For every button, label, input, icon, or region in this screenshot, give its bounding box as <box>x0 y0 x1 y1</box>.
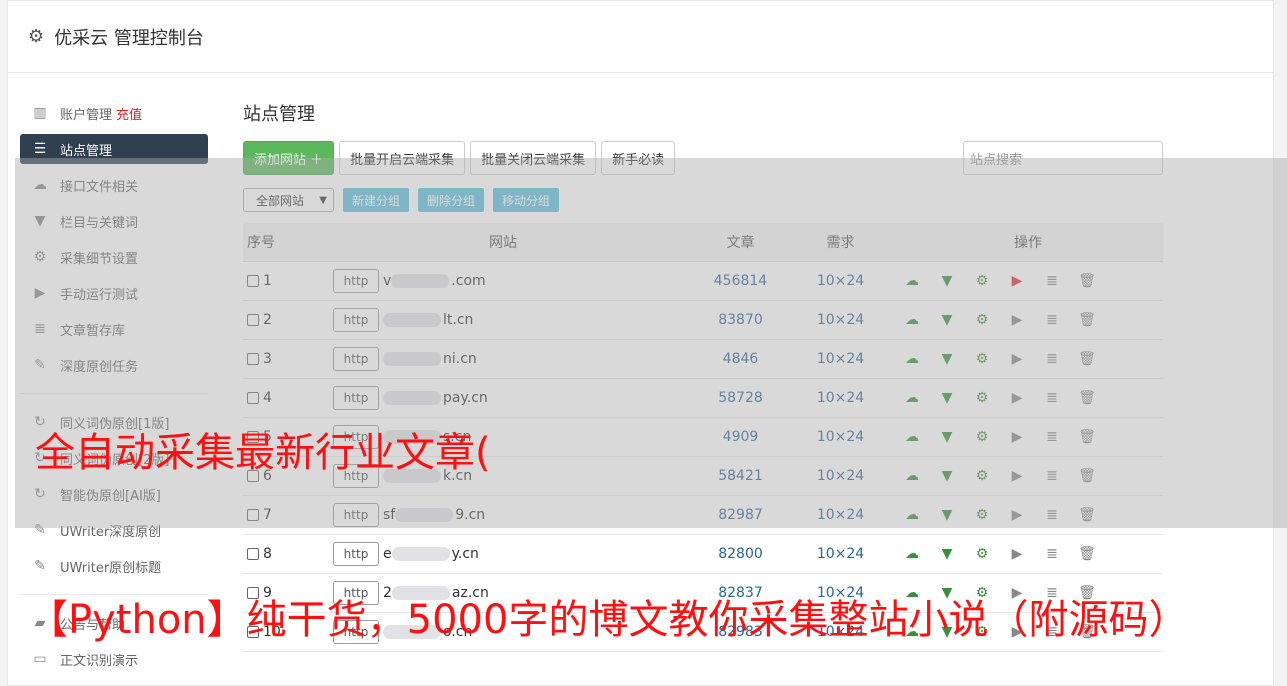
database-icon[interactable]: ≣ <box>1043 545 1061 563</box>
cogs-icon[interactable]: ⚙ <box>973 545 991 563</box>
server-icon: ☰ <box>33 141 47 157</box>
site-suffix: y.cn <box>451 545 479 562</box>
requirement[interactable]: 10×24 <box>788 534 893 574</box>
table-row: 8 http e y.cn 82800 10×24 ☁ ▼ ⚙ ▶ ≣ 🗑 <box>243 534 1163 574</box>
page-title: 站点管理 <box>243 104 315 125</box>
caption-line-2: 【Python】纯干货，5000字的博文教你采集整站小说（附源码） <box>28 597 1189 643</box>
redacted-blur <box>391 546 450 561</box>
row-index-cell: 8 <box>243 534 313 574</box>
gear-icon: ⚙ <box>28 26 45 47</box>
sidebar-item-label: 站点管理 <box>60 143 113 159</box>
sidebar-item-account[interactable]: ▥ 账户管理 充值 <box>20 95 208 131</box>
site-prefix: e <box>383 545 392 562</box>
trash-icon[interactable]: 🗑 <box>1078 545 1096 563</box>
sidebar-item-label: 正文识别演示 <box>60 653 139 669</box>
sidebar-item-uwriter-title[interactable]: ✎ UWriter原创标题 <box>20 548 208 584</box>
row-actions: ☁ ▼ ⚙ ▶ ≣ 🗑 <box>893 534 1163 574</box>
filter-icon[interactable]: ▼ <box>938 545 956 563</box>
protocol-button[interactable]: http <box>333 541 379 566</box>
play-icon[interactable]: ▶ <box>1008 545 1026 563</box>
recharge-link[interactable]: 充值 <box>116 104 142 123</box>
sidebar-item-label: 账户管理 <box>60 107 113 123</box>
sidebar-item-text-demo[interactable]: ▭ 正文识别演示 <box>20 641 208 677</box>
edit-icon: ✎ <box>34 558 46 574</box>
row-checkbox[interactable] <box>247 547 259 560</box>
sidebar-item-label: UWriter原创标题 <box>60 560 162 576</box>
row-site-cell: http e y.cn <box>313 534 693 574</box>
site-url[interactable]: e y.cn <box>383 546 479 562</box>
app-title: 优采云 管理控制台 <box>54 27 204 49</box>
row-index: 8 <box>263 545 272 562</box>
monitor-icon: ▭ <box>33 651 47 667</box>
app-header: ⚙ 优采云 管理控制台 <box>8 1 1273 73</box>
cloud-upload-icon[interactable]: ☁ <box>903 545 921 563</box>
caption-line-1: 全自动采集最新行业文章( <box>35 430 491 476</box>
bar-chart-icon: ▥ <box>33 105 47 121</box>
article-count[interactable]: 82800 <box>693 534 788 574</box>
